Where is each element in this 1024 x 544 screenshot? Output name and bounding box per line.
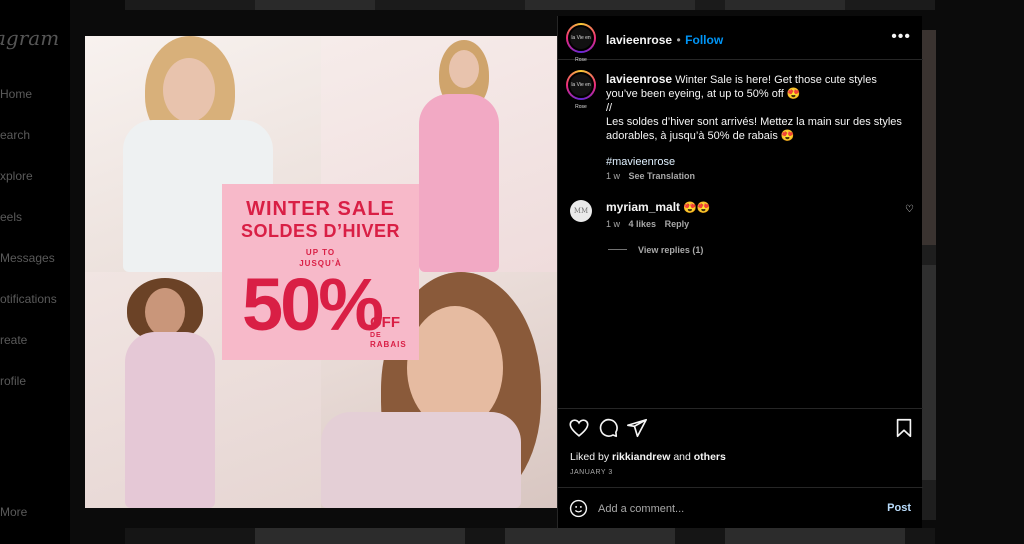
caption-meta: 1 w See Translation bbox=[606, 171, 695, 181]
comment: myriam_malt 😍😍 bbox=[606, 200, 711, 214]
instagram-logo[interactable]: agram bbox=[0, 26, 59, 50]
sale-percent: 50% bbox=[242, 263, 384, 346]
caption-hashtag[interactable]: #mavieenrose bbox=[606, 155, 906, 169]
post-modal: WINTER SALE SOLDES D’HIVER UP TO JUSQU’À… bbox=[85, 16, 923, 528]
view-replies-button[interactable]: View replies (1) bbox=[638, 245, 703, 255]
sidebar-item-explore[interactable]: xplore bbox=[0, 169, 33, 183]
sale-title: WINTER SALE bbox=[246, 198, 395, 220]
separator-dot: • bbox=[676, 33, 681, 47]
comment-time: 1 w bbox=[606, 219, 621, 229]
liked-by-others[interactable]: others bbox=[694, 451, 726, 463]
post-date: JANUARY 3 bbox=[570, 469, 613, 476]
see-translation-link[interactable]: See Translation bbox=[629, 171, 696, 181]
reply-button[interactable]: Reply bbox=[665, 219, 690, 229]
sidebar-item-reels[interactable]: eels bbox=[0, 210, 22, 224]
sale-title-fr: SOLDES D’HIVER bbox=[240, 221, 401, 241]
commenter-avatar[interactable]: MM bbox=[570, 200, 592, 222]
liked-by-user[interactable]: rikkiandrew bbox=[612, 451, 670, 463]
sidebar-item-notifications[interactable]: otifications bbox=[0, 292, 57, 306]
sale-off: OFF bbox=[370, 314, 400, 331]
follow-button[interactable]: Follow bbox=[685, 33, 723, 47]
comment-text: 😍😍 bbox=[680, 202, 711, 214]
post-header: la Vie en Rose lavieenrose • Follow ••• bbox=[558, 16, 923, 63]
comment-icon[interactable] bbox=[597, 417, 619, 439]
author-username[interactable]: lavieenrose bbox=[606, 33, 672, 47]
caption-username[interactable]: lavieenrose bbox=[606, 72, 672, 86]
sidebar-item-create[interactable]: reate bbox=[0, 333, 27, 347]
post-panel: la Vie en Rose lavieenrose • Follow ••• … bbox=[557, 16, 923, 528]
like-heart-icon[interactable] bbox=[568, 417, 590, 439]
caption-text-fr: Les soldes d’hiver sont arrivés! Mettez … bbox=[606, 116, 902, 142]
sidebar-item-profile[interactable]: rofile bbox=[0, 374, 26, 388]
post-image[interactable]: WINTER SALE SOLDES D’HIVER UP TO JUSQU’À… bbox=[85, 36, 557, 508]
sale-banner: WINTER SALE SOLDES D’HIVER UP TO JUSQU’À… bbox=[222, 184, 419, 360]
comment-meta: 1 w 4 likes Reply bbox=[606, 219, 689, 229]
author-avatar[interactable]: la Vie en Rose bbox=[566, 23, 596, 63]
sidebar-item-search[interactable]: earch bbox=[0, 128, 30, 142]
comment-box: Post bbox=[558, 487, 923, 529]
sale-de: DE bbox=[370, 332, 382, 339]
caption-avatar[interactable]: la Vie en Rose bbox=[566, 70, 596, 110]
sidebar-item-home[interactable]: Home bbox=[0, 87, 32, 101]
share-icon[interactable] bbox=[626, 417, 648, 439]
comment-likes[interactable]: 4 likes bbox=[629, 219, 657, 229]
save-bookmark-icon[interactable] bbox=[893, 417, 915, 439]
sidebar-item-messages[interactable]: Messages bbox=[0, 251, 55, 265]
caption-time: 1 w bbox=[606, 171, 621, 181]
post-caption: lavieenrose Winter Sale is here! Get tho… bbox=[606, 72, 906, 169]
likes-summary: Liked by rikkiandrew and others bbox=[570, 451, 726, 463]
replies-divider bbox=[608, 249, 627, 250]
caption-separator: // bbox=[606, 102, 613, 114]
background-feed-top bbox=[125, 0, 935, 10]
background-feed-bottom bbox=[125, 528, 935, 544]
comment-input[interactable] bbox=[598, 501, 868, 517]
sidebar-item-more[interactable]: More bbox=[0, 505, 27, 519]
emoji-icon[interactable] bbox=[569, 499, 588, 518]
post-comment-button[interactable]: Post bbox=[887, 502, 911, 514]
comment-like-heart-icon[interactable]: ♡ bbox=[905, 204, 914, 215]
background-feed-right bbox=[922, 30, 936, 520]
sale-upto: UP TO bbox=[305, 248, 336, 257]
post-actions: Liked by rikkiandrew and others JANUARY … bbox=[558, 408, 923, 528]
more-options-icon[interactable]: ••• bbox=[891, 28, 911, 46]
sidebar: agram Home earch xplore eels Messages ot… bbox=[0, 0, 70, 544]
sale-rabais: RABAIS bbox=[370, 340, 407, 349]
commenter-username[interactable]: myriam_malt bbox=[606, 200, 680, 214]
